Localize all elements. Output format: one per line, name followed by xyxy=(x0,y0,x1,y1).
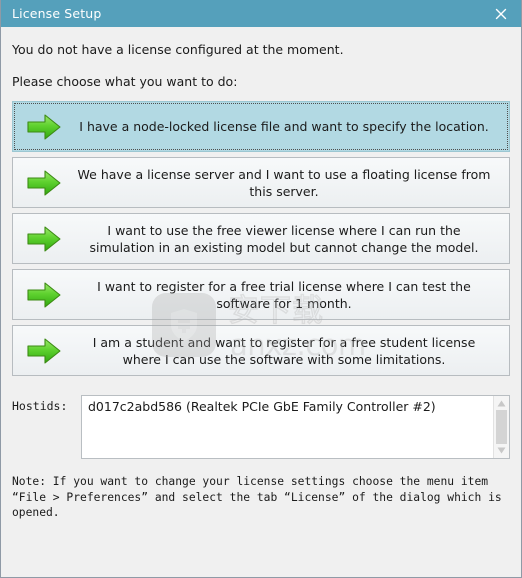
license-option-list: I have a node-locked license file and wa… xyxy=(12,101,510,376)
scroll-down-button[interactable] xyxy=(495,445,508,456)
intro-text-line-1: You do not have a license configured at … xyxy=(12,42,344,57)
option-label: I want to use the free viewer license wh… xyxy=(89,222,479,255)
green-arrow-icon xyxy=(13,112,75,142)
hostids-field[interactable]: d017c2abd586 (Realtek PCIe GbE Family Co… xyxy=(81,395,510,459)
scrollbar-track[interactable] xyxy=(494,409,509,445)
triangle-up-icon xyxy=(497,400,506,407)
titlebar: License Setup xyxy=(1,0,521,27)
option-floating-license-server[interactable]: We have a license server and I want to u… xyxy=(12,157,510,208)
green-arrow-icon xyxy=(13,280,75,310)
green-arrow-icon xyxy=(13,224,75,254)
green-arrow-icon xyxy=(13,336,75,366)
license-setup-window: License Setup You do not have a license … xyxy=(0,0,522,578)
hostids-scrollbar[interactable] xyxy=(493,396,509,458)
hostids-label: Hostids: xyxy=(12,399,68,413)
triangle-down-icon xyxy=(497,447,506,454)
option-label: I am a student and want to register for … xyxy=(92,334,476,367)
option-student-license[interactable]: I am a student and want to register for … xyxy=(12,325,510,376)
window-title: License Setup xyxy=(12,6,102,21)
hostids-row: Hostids: d017c2abd586 (Realtek PCIe GbE … xyxy=(12,395,510,459)
option-label: I have a node-locked license file and wa… xyxy=(79,119,489,134)
close-button[interactable] xyxy=(481,0,521,27)
hostids-value: d017c2abd586 (Realtek PCIe GbE Family Co… xyxy=(88,399,436,414)
option-node-locked-license[interactable]: I have a node-locked license file and wa… xyxy=(12,101,510,152)
option-free-trial-license[interactable]: I want to register for a free trial lice… xyxy=(12,269,510,320)
option-label: We have a license server and I want to u… xyxy=(77,166,491,199)
scrollbar-thumb[interactable] xyxy=(496,410,507,444)
dialog-body: You do not have a license configured at … xyxy=(1,27,521,577)
option-label: I want to register for a free trial lice… xyxy=(97,278,471,311)
note-text: Note: If you want to change your license… xyxy=(12,475,502,519)
green-arrow-icon xyxy=(13,168,75,198)
option-free-viewer-license[interactable]: I want to use the free viewer license wh… xyxy=(12,213,510,264)
scroll-up-button[interactable] xyxy=(495,398,508,409)
close-icon xyxy=(495,8,507,19)
intro-text-line-2: Please choose what you want to do: xyxy=(12,74,238,89)
